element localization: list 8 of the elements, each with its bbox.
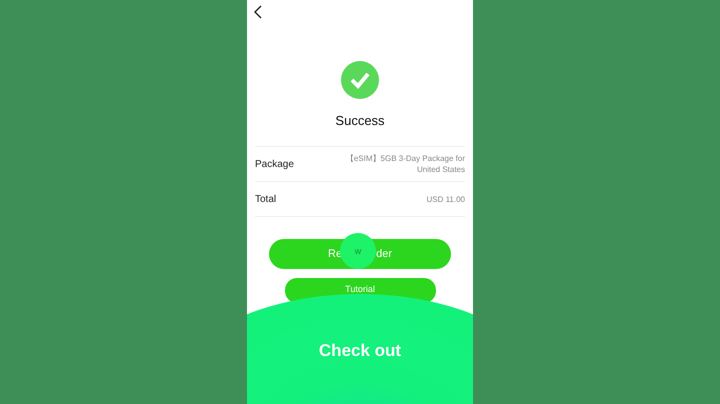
checkmark-circle-icon (341, 61, 379, 99)
detail-value: USD 11.00 (426, 194, 465, 204)
back-icon[interactable] (253, 5, 263, 19)
detail-label: Package (255, 158, 294, 170)
status-title: Success (335, 113, 385, 128)
checkout-button[interactable]: Check out (247, 294, 473, 404)
detail-label: Total (255, 194, 276, 204)
detail-value: 【eSIM】5GB 3-Day Package for United States (344, 153, 465, 175)
